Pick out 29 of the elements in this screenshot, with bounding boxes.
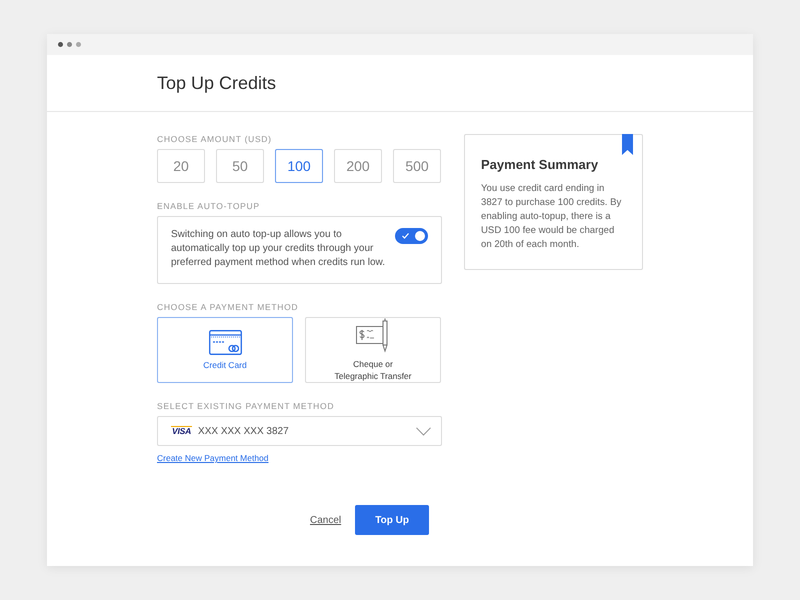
window-dot-icon — [76, 42, 81, 47]
section-label: CHOOSE A PAYMENT METHOD — [157, 302, 298, 313]
section-label: CHOOSE AMOUNT (USD) — [157, 134, 272, 145]
cancel-button[interactable]: Cancel — [310, 514, 342, 526]
credit-card-icon — [208, 330, 242, 354]
section-label: SELECT EXISTING PAYMENT METHOD — [157, 401, 334, 412]
create-payment-method-link[interactable]: Create New Payment Method — [157, 453, 268, 463]
amount-option[interactable]: 200 — [334, 149, 382, 183]
amount-option[interactable]: 100 — [275, 149, 323, 183]
amount-option[interactable]: 500 — [393, 149, 441, 183]
check-icon — [402, 233, 409, 239]
auto-topup-toggle[interactable] — [395, 228, 428, 244]
summary-title: Payment Summary — [481, 157, 600, 172]
page-title: Top Up Credits — [157, 72, 276, 94]
window-dot-icon — [58, 42, 63, 47]
payment-method-option[interactable]: Credit Card — [157, 317, 293, 383]
section-label: ENABLE AUTO-TOPUP — [157, 201, 260, 212]
bookmark-icon — [622, 134, 633, 155]
cheque-pen-icon — [356, 318, 390, 354]
top-up-button[interactable]: Top Up — [355, 505, 430, 535]
amount-option[interactable]: 50 — [216, 149, 264, 183]
card-brand-logo: VISA — [171, 426, 192, 436]
chevron-down-icon — [416, 426, 431, 436]
window-dot-icon — [67, 42, 72, 47]
payment-method-select[interactable]: VISA XXX XXX XXX 3827 — [157, 416, 442, 446]
auto-topup-description: Switching on auto top-up allows you to automatically top up your credits through your preferred payment method when credits run low. — [171, 228, 386, 270]
payment-method-option[interactable]: Cheque or Telegraphic Transfer — [305, 317, 441, 383]
amount-option[interactable]: 20 — [157, 149, 205, 183]
summary-text: You use credit card ending in 3827 to purchase 100 credits. By enabling auto-topup, there is a USD 100 fee would be charged on 20th of each month. — [481, 182, 622, 252]
